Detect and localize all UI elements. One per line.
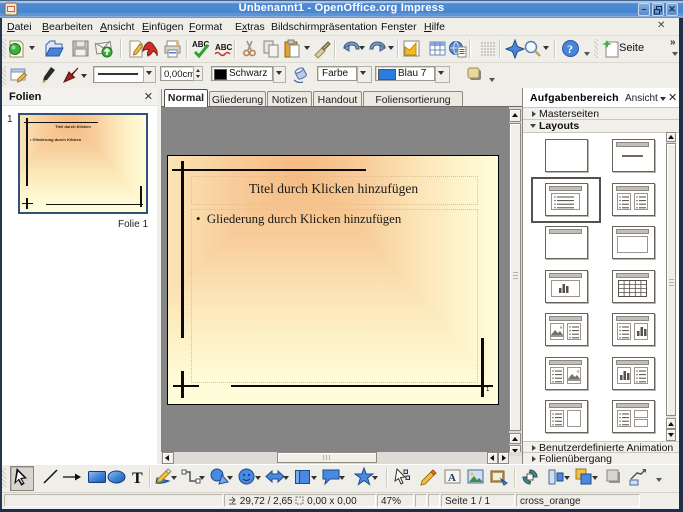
svg-text:T: T (132, 470, 143, 487)
svg-text:A: A (448, 472, 456, 484)
svg-text:ABC: ABC (215, 43, 233, 52)
svg-text:?: ? (567, 42, 573, 56)
